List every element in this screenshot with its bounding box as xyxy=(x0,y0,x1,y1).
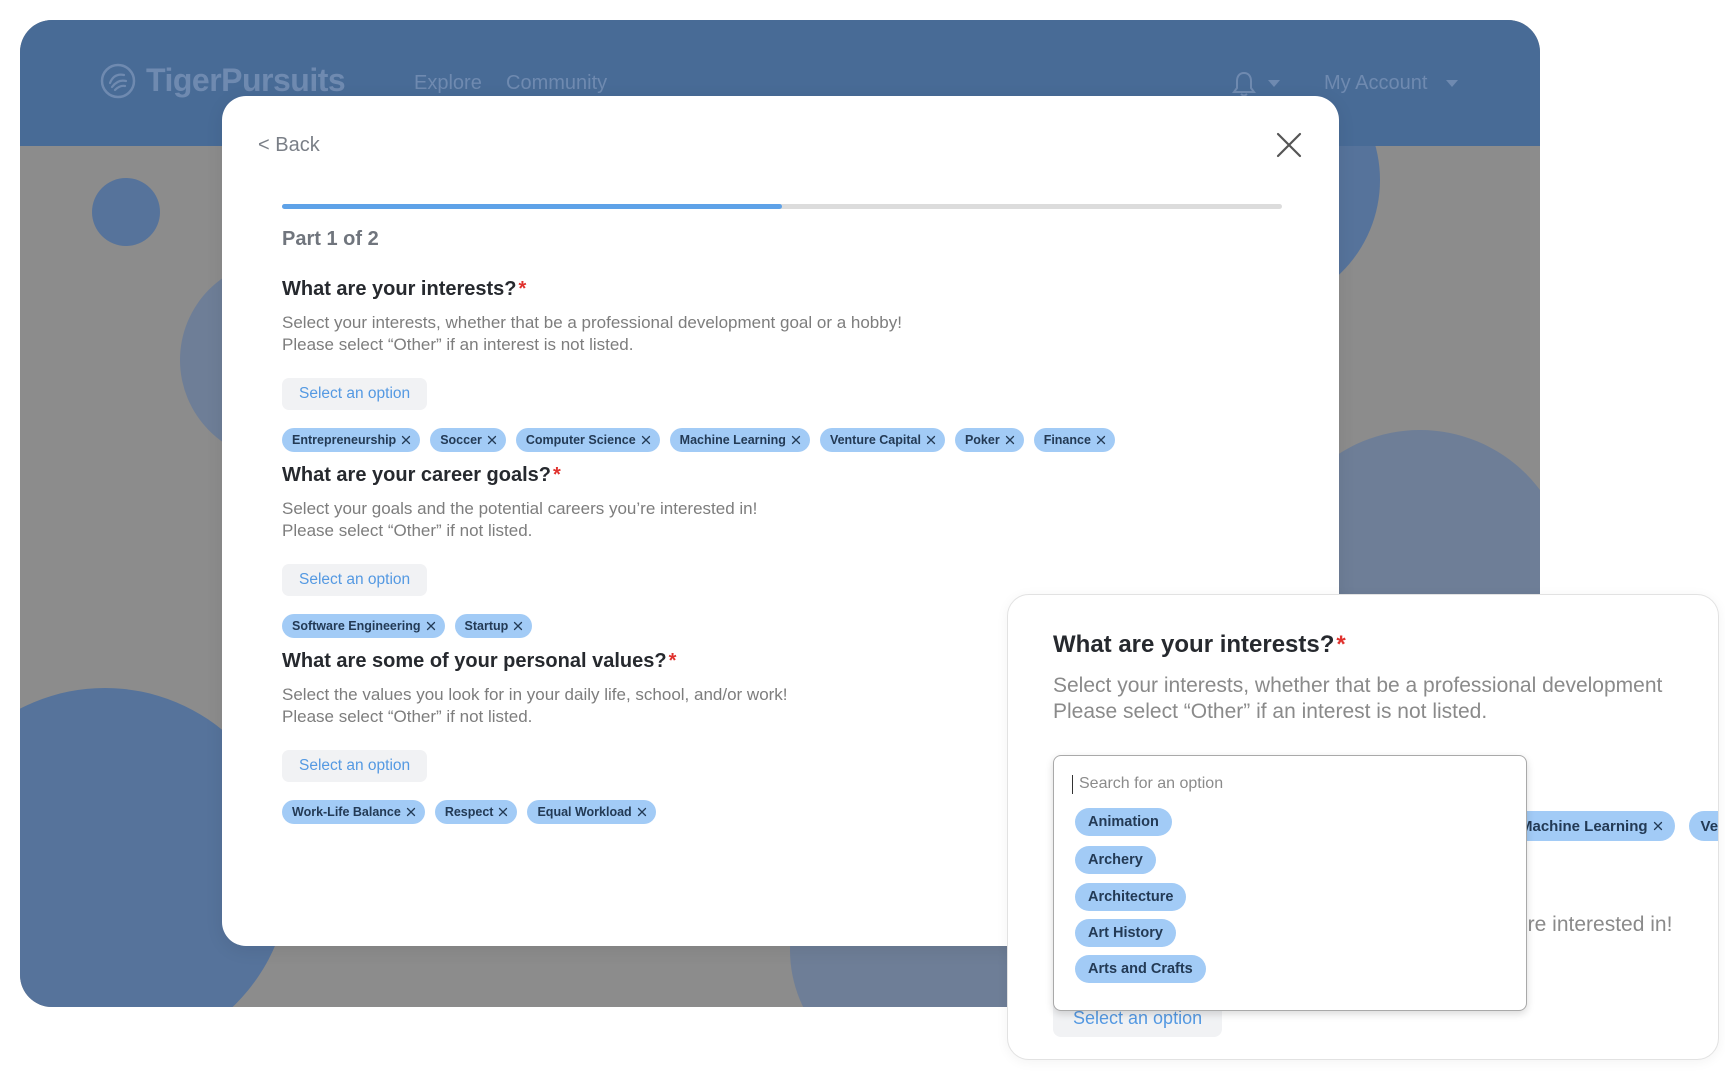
chip-label: Finance xyxy=(1043,433,1091,447)
description-line: Please select “Other” if not listed. xyxy=(282,521,533,540)
chip-label: Computer Science xyxy=(525,433,636,447)
interest-chip: Startup xyxy=(454,614,533,638)
chip-label: Soccer xyxy=(440,433,482,447)
interest-chip: Machine Learning xyxy=(1508,811,1675,841)
chip-remove-icon[interactable] xyxy=(426,621,436,631)
part-label: Part 1 of 2 xyxy=(282,228,379,250)
chip-label: Poker xyxy=(964,433,1000,447)
chip-remove-icon[interactable] xyxy=(1096,435,1106,445)
chip-remove-icon[interactable] xyxy=(513,621,523,631)
question-title-text: What are your career goals? xyxy=(282,464,551,486)
description-line: Please select “Other” if an interest is … xyxy=(1053,700,1488,723)
nav-community[interactable]: Community xyxy=(506,72,607,95)
interest-chip: Respect xyxy=(434,800,518,824)
close-icon[interactable] xyxy=(1274,130,1304,160)
required-mark: * xyxy=(552,464,561,486)
chip-remove-icon[interactable] xyxy=(406,807,416,817)
question-description: Select your interests, whether that be a… xyxy=(282,312,1282,356)
interest-chip: Machine Learning xyxy=(669,428,810,452)
description-fragment: ’re interested in! xyxy=(1523,913,1673,936)
chip-label: Ve xyxy=(1700,817,1719,835)
logo[interactable]: TigerPursuits xyxy=(100,62,346,99)
zoomed-dropdown-card: What are your interests?* Select your in… xyxy=(1007,594,1719,1060)
question-title-text: What are your interests? xyxy=(282,278,517,300)
interest-chip: Soccer xyxy=(430,428,506,452)
interest-chip: Software Engineering xyxy=(282,614,445,638)
question-title-text: What are your interests? xyxy=(1053,631,1335,658)
question-description: Select your goals and the potential care… xyxy=(282,498,1282,542)
question-title: What are your interests?* xyxy=(1053,631,1346,659)
back-button[interactable]: < Back xyxy=(258,134,320,157)
search-input[interactable]: Search for an option xyxy=(1072,772,1492,796)
question-title: What are your career goals? * xyxy=(282,462,1282,488)
interest-chip: Computer Science xyxy=(515,428,660,452)
option-art-history[interactable]: Art History xyxy=(1075,919,1176,947)
chip-remove-icon[interactable] xyxy=(637,807,647,817)
interest-chip: Ve xyxy=(1688,811,1719,841)
interest-chip: Finance xyxy=(1033,428,1115,452)
brand-name: TigerPursuits xyxy=(146,62,346,98)
required-mark: * xyxy=(518,278,527,300)
chip-remove-icon[interactable] xyxy=(401,435,411,445)
chip-remove-icon[interactable] xyxy=(791,435,801,445)
chip-remove-icon[interactable] xyxy=(487,435,497,445)
selected-chips: Entrepreneurship Soccer Computer Science Ma… xyxy=(282,428,1282,452)
selected-chips: Machine Learning Ve xyxy=(1508,811,1719,841)
chip-label: Venture Capital xyxy=(829,433,921,447)
chip-label: Software Engineering xyxy=(292,619,421,633)
chip-label: Entrepreneurship xyxy=(292,433,397,447)
search-placeholder: Search for an option xyxy=(1079,775,1224,792)
chip-label: Machine Learning xyxy=(1520,817,1648,835)
required-mark: * xyxy=(1336,631,1346,658)
decor-circle xyxy=(92,178,160,246)
interest-chip: Venture Capital xyxy=(819,428,945,452)
text-cursor xyxy=(1072,774,1073,794)
chip-remove-icon[interactable] xyxy=(1653,821,1663,831)
chip-label: Startup xyxy=(464,619,509,633)
progress-fill xyxy=(282,204,782,209)
description-line: Please select “Other” if an interest is … xyxy=(282,335,634,354)
progress-bar xyxy=(282,204,1282,209)
description-line: Select your interests, whether that be a… xyxy=(282,313,902,332)
chip-remove-icon[interactable] xyxy=(498,807,508,817)
interest-chip: Equal Workload xyxy=(527,800,656,824)
description-line: Select your goals and the potential care… xyxy=(282,499,758,518)
option-arts-and-crafts[interactable]: Arts and Crafts xyxy=(1075,955,1206,983)
description-line: Select your interests, whether that be a… xyxy=(1053,674,1663,697)
interest-chip: Work-Life Balance xyxy=(282,800,425,824)
chip-remove-icon[interactable] xyxy=(641,435,651,445)
chip-label: Machine Learning xyxy=(679,433,786,447)
question-title-text: What are some of your personal values? xyxy=(282,650,667,672)
option-dropdown: Search for an option Animation Archery A… xyxy=(1053,755,1527,1011)
chevron-down-icon[interactable] xyxy=(1268,80,1280,88)
nav-explore[interactable]: Explore xyxy=(414,72,482,95)
select-option-button[interactable]: Select an option xyxy=(282,750,428,782)
required-mark: * xyxy=(668,650,677,672)
chip-label: Equal Workload xyxy=(537,805,632,819)
option-architecture[interactable]: Architecture xyxy=(1075,883,1187,911)
my-account-menu[interactable]: My Account xyxy=(1324,72,1427,95)
select-option-button[interactable]: Select an option xyxy=(282,378,428,410)
chip-remove-icon[interactable] xyxy=(926,435,936,445)
interest-chip: Entrepreneurship xyxy=(282,428,421,452)
question-description: Select your interests, whether that be a… xyxy=(1053,673,1662,725)
logo-icon xyxy=(100,63,136,98)
select-option-button[interactable]: Select an option xyxy=(282,564,428,596)
chip-label: Respect xyxy=(444,805,494,819)
question-interests: What are your interests? * Select your in… xyxy=(282,276,1282,452)
chevron-down-icon[interactable] xyxy=(1446,80,1458,88)
interest-chip: Poker xyxy=(954,428,1024,452)
option-animation[interactable]: Animation xyxy=(1075,808,1172,836)
option-archery[interactable]: Archery xyxy=(1075,846,1156,874)
bell-icon[interactable] xyxy=(1232,70,1256,98)
question-title: What are your interests?* xyxy=(282,276,1282,302)
chip-remove-icon[interactable] xyxy=(1005,435,1015,445)
chip-label: Work-Life Balance xyxy=(292,805,401,819)
